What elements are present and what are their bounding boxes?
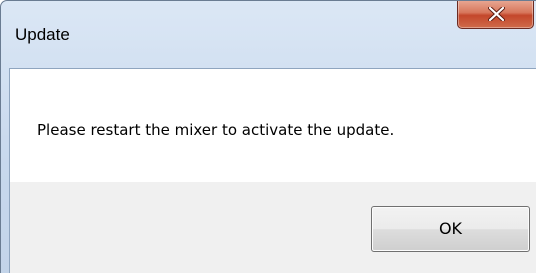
button-bar: OK <box>10 182 536 273</box>
ok-button[interactable]: OK <box>371 206 530 252</box>
dialog-window: Update Please restart the mixer to activ… <box>0 0 536 273</box>
close-button[interactable] <box>457 1 534 29</box>
dialog-message: Please restart the mixer to activate the… <box>37 121 395 139</box>
message-panel: Please restart the mixer to activate the… <box>10 69 536 182</box>
close-x-icon <box>488 7 505 21</box>
window-title: Update <box>15 25 70 44</box>
dialog-client-area: Please restart the mixer to activate the… <box>9 68 536 273</box>
